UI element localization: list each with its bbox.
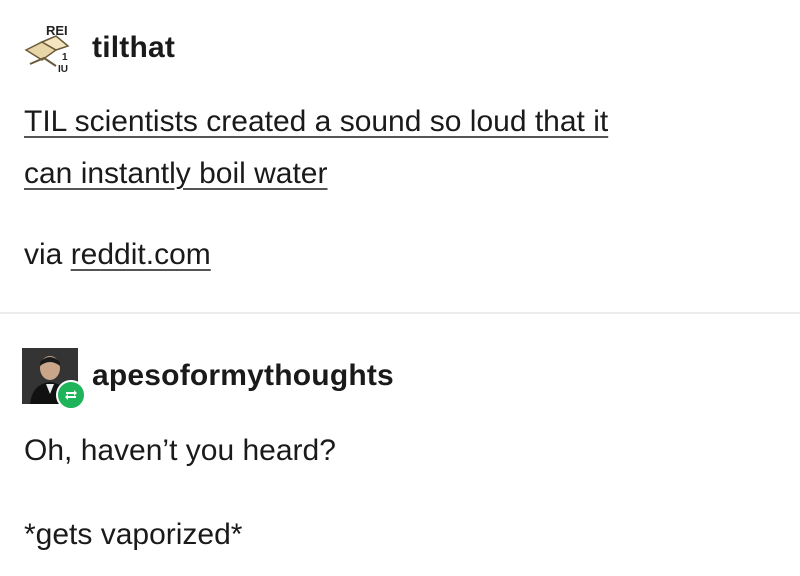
divider	[0, 312, 800, 314]
username[interactable]: apesoformythoughts	[92, 359, 394, 393]
post-tilthat: REI 1 IU tilthat TIL scientists created …	[0, 0, 800, 312]
book-logo-icon: REI 1 IU	[22, 20, 78, 76]
headline-line[interactable]: can instantly boil water	[24, 157, 328, 190]
via-label: via	[24, 238, 71, 271]
username[interactable]: tilthat	[92, 31, 175, 65]
avatar[interactable]: REI 1 IU	[22, 20, 78, 76]
reply-text: Oh, haven’t you heard?	[24, 434, 336, 467]
post-header: apesoformythoughts	[22, 348, 394, 410]
svg-text:IU: IU	[58, 64, 68, 75]
post-headline[interactable]: TIL scientists created a sound so loud t…	[24, 96, 784, 200]
source-link[interactable]: reddit.com	[71, 238, 211, 271]
headline-line[interactable]: TIL scientists created a sound so loud t…	[24, 105, 608, 138]
post-apesoformythoughts: apesoformythoughts Oh, haven’t you heard…	[0, 318, 800, 576]
reblog-icon	[56, 380, 86, 410]
source-line: via reddit.com	[24, 238, 211, 272]
reply-text: *gets vaporized*	[24, 518, 243, 551]
svg-text:1: 1	[62, 52, 68, 63]
avatar[interactable]	[22, 348, 86, 410]
post-header: REI 1 IU tilthat	[22, 20, 175, 76]
